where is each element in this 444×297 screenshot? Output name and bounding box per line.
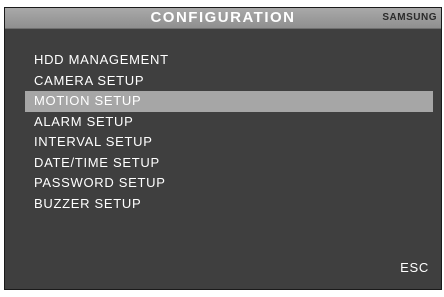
menu-item-hdd-management[interactable]: HDD MANAGEMENT [25,50,433,71]
brand-logo: SAMSUNG [382,12,437,23]
esc-button[interactable]: ESC [400,260,429,275]
configuration-screen: CONFIGURATION SAMSUNG HDD MANAGEMENT CAM… [4,7,442,290]
title-bar: CONFIGURATION SAMSUNG [5,8,441,29]
configuration-menu: HDD MANAGEMENT CAMERA SETUP MOTION SETUP… [25,50,433,214]
menu-item-date-time-setup[interactable]: DATE/TIME SETUP [25,153,433,174]
menu-item-interval-setup[interactable]: INTERVAL SETUP [25,132,433,153]
menu-item-password-setup[interactable]: PASSWORD SETUP [25,173,433,194]
menu-item-motion-setup[interactable]: MOTION SETUP [25,91,433,112]
menu-item-camera-setup[interactable]: CAMERA SETUP [25,71,433,92]
page-title: CONFIGURATION [150,9,296,26]
menu-item-alarm-setup[interactable]: ALARM SETUP [25,112,433,133]
menu-item-buzzer-setup[interactable]: BUZZER SETUP [25,194,433,215]
